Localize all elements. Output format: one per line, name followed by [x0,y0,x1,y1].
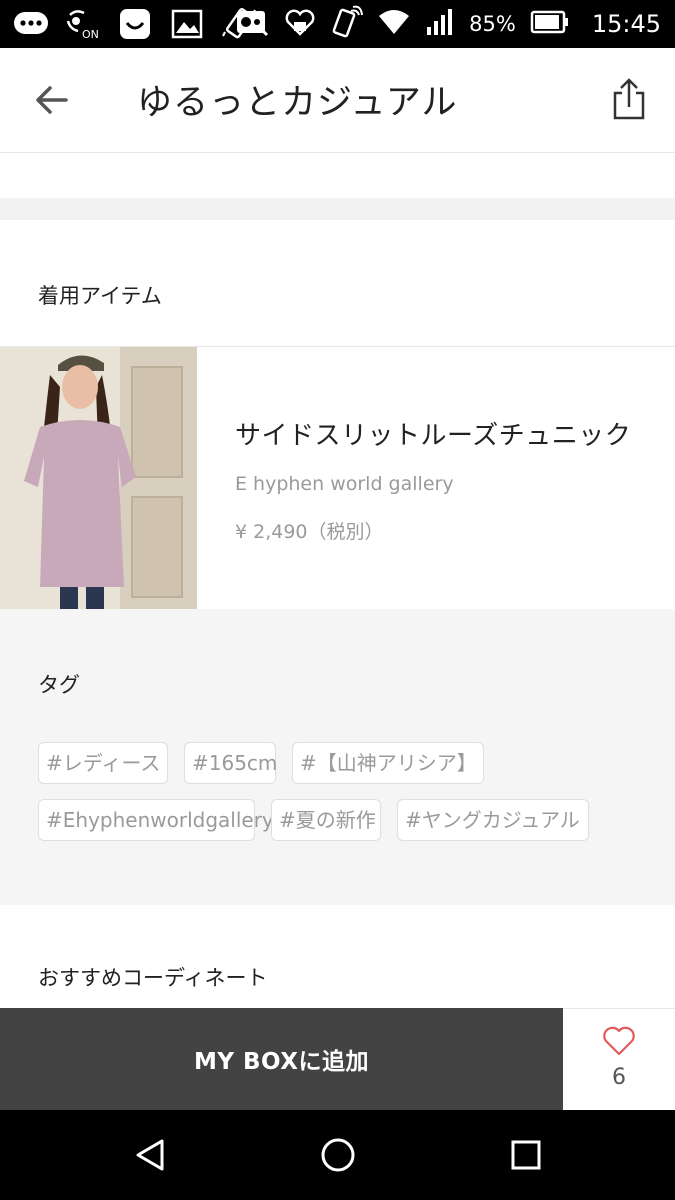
item-name[interactable]: サイドスリットルーズチュニック [235,415,631,452]
signal-icon [425,7,455,41]
section-divider [0,198,675,220]
recommend-heading: おすすめコーディネート [38,966,268,990]
tag-chip[interactable]: #【山神アリシア】 [292,742,484,784]
item-price: ¥ 2,490（税別） [235,521,384,543]
nav-back-button[interactable] [130,1135,170,1175]
square-recents-icon [511,1140,541,1170]
heart-box-icon [283,6,317,42]
battery-percent: 85% [469,12,516,36]
like-button[interactable]: 6 [563,1008,675,1110]
back-arrow-icon [36,86,68,114]
wifi-icon [377,7,411,41]
heart-icon [603,1026,635,1056]
notification-icons: ON [12,6,258,42]
tags-heading: タグ [38,673,80,697]
like-count: 6 [612,1065,626,1090]
nfc-on-icon: ON [64,8,102,41]
nav-recents-button[interactable] [506,1135,546,1175]
smiley-icon [116,8,154,40]
page-title: ゆるっとカジュアル [137,83,458,123]
mobile-pay-icon [235,7,269,41]
chat-bubble-icon [12,8,50,40]
add-to-mybox-button[interactable]: MY BOXに追加 [0,1008,563,1110]
nfc-icon [331,5,364,43]
share-icon [613,78,645,120]
tag-chip[interactable]: #Ehyphenworldgallery [38,799,274,841]
share-button[interactable] [605,74,653,124]
nav-home-button[interactable] [318,1135,358,1175]
status-bar: ON 85% 15:45 [0,0,675,48]
battery-icon [530,9,570,39]
items-heading: 着用アイテム [38,284,162,308]
back-button[interactable] [28,78,76,122]
circle-home-icon [321,1138,355,1172]
svg-text:ON: ON [82,28,99,41]
tag-chip[interactable]: #ヤングカジュアル [397,799,589,841]
action-bar: MY BOXに追加 6 [0,1008,675,1110]
triangle-back-icon [136,1139,164,1171]
tag-chip[interactable]: #夏の新作 [271,799,381,841]
item-card[interactable]: サイドスリットルーズチュニック E hyphen world gallery ¥… [0,347,675,609]
tag-chip[interactable]: #165cm [184,742,277,784]
item-photo[interactable] [0,347,197,609]
tag-chip[interactable]: #レディース [38,742,168,784]
system-icons: 85% 15:45 [235,0,661,48]
clock: 15:45 [591,10,661,38]
image-icon [168,8,206,40]
item-brand: E hyphen world gallery [235,473,454,495]
navigation-bar [0,1110,675,1200]
app-bar: ゆるっとカジュアル [0,48,675,153]
tags-section: タグ #レディース #165cm #【山神アリシア】 #Ehyphenworld… [0,609,675,905]
